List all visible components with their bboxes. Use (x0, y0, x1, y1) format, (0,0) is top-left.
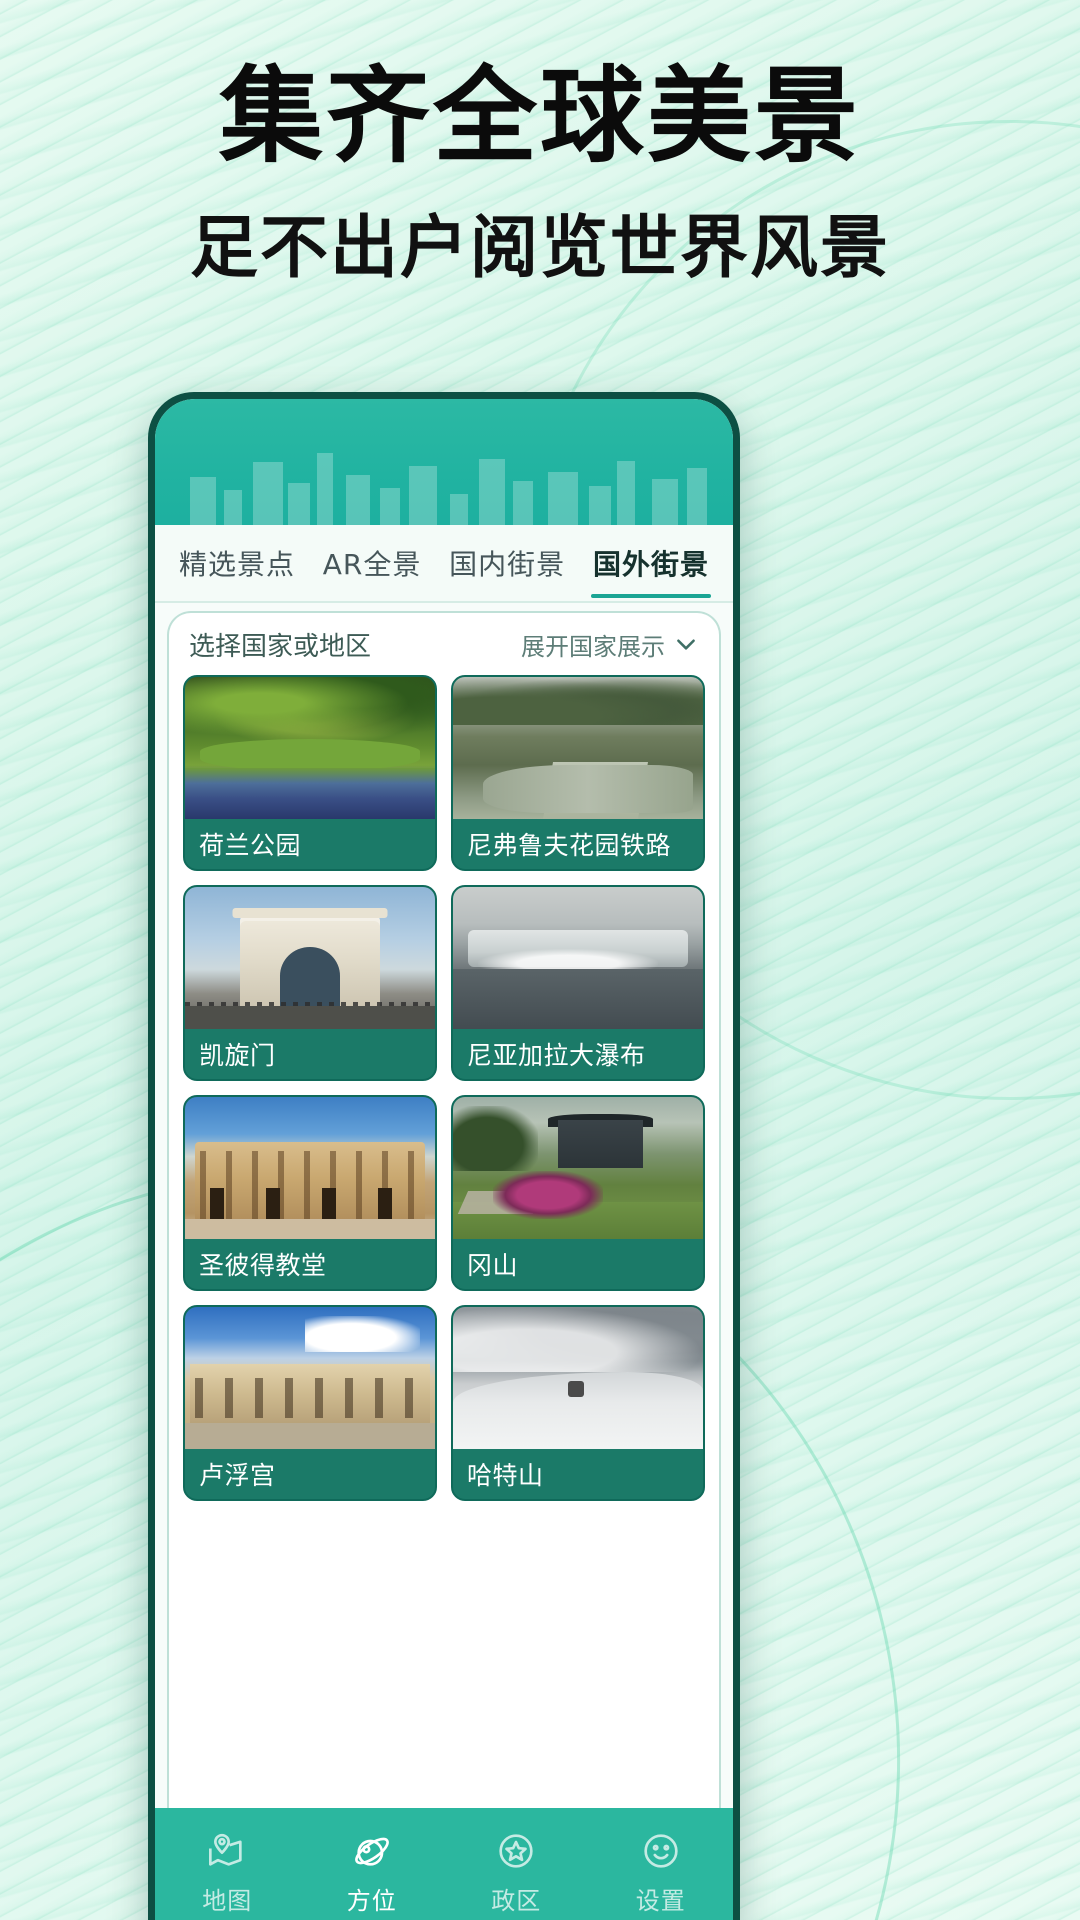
skyline-illustration (155, 433, 733, 525)
nav-item-label: 政区 (491, 1886, 542, 1915)
scenery-thumbnail (185, 677, 435, 819)
scenery-image (185, 1307, 435, 1449)
scenery-image (453, 887, 703, 1029)
skyline-tower (380, 488, 401, 525)
poster-text-block: 集齐全球美景 足不出户阅览世界风景 (0, 60, 1080, 287)
tab-label: AR全景 (322, 548, 422, 581)
skyline-tower (478, 458, 505, 525)
scenery-thumbnail (185, 1097, 435, 1239)
nav-item-政区[interactable]: 政区 (444, 1831, 589, 1916)
chevron-down-icon (673, 631, 699, 657)
skyline-tower (449, 493, 468, 525)
scenery-image (185, 887, 435, 1029)
scenery-card[interactable]: 尼弗鲁夫花园铁路 (451, 675, 705, 871)
scenery-card[interactable]: 卢浮宫 (183, 1305, 437, 1501)
scenery-image (453, 1097, 703, 1239)
skyline-tower (224, 490, 243, 525)
poster-subheadline: 足不出户阅览世界风景 (189, 209, 890, 289)
skyline-tower (686, 467, 707, 525)
tab-2[interactable]: AR全景 (321, 537, 424, 589)
tab-label: 精选景点 (179, 548, 296, 581)
scenery-card-label: 荷兰公园 (199, 831, 302, 860)
poster-headline: 集齐全球美景 (218, 55, 861, 177)
scenery-thumbnail (185, 1307, 435, 1449)
expand-country-label: 展开国家展示 (521, 632, 665, 661)
scenery-card-label: 冈山 (467, 1251, 519, 1280)
tab-3[interactable]: 国内街景 (447, 537, 567, 589)
app-header (155, 399, 733, 525)
scenery-image (453, 1307, 703, 1449)
map-pin-icon (207, 1831, 247, 1871)
skyline-tower (253, 462, 284, 525)
skyline-tower (652, 479, 679, 525)
scenery-card-grid: 荷兰公园 尼弗鲁夫花园铁路凯旋门 尼亚加拉大瀑布圣彼得教堂 冈山卢浮宫 哈特山 (183, 675, 705, 1501)
tab-label: 国内街景 (449, 548, 566, 581)
scenery-card-label: 尼弗鲁夫花园铁路 (467, 831, 672, 860)
phone-screen: 精选景点AR全景国内街景国外街景 选择国家或地区 展开国家展示 荷兰公园尼 (155, 399, 733, 1920)
skyline-tower (617, 460, 636, 525)
scenery-thumbnail (453, 887, 703, 1029)
content-area: 选择国家或地区 展开国家展示 荷兰公园 尼弗鲁夫花园铁路凯旋门 尼亚加拉大瀑布圣彼得… (155, 603, 733, 1808)
scenery-card-label: 尼亚加拉大瀑布 (467, 1041, 646, 1070)
scenery-image (185, 677, 435, 819)
nav-item-地图[interactable]: 地图 (155, 1831, 300, 1916)
phone-mockup: 精选景点AR全景国内街景国外街景 选择国家或地区 展开国家展示 荷兰公园尼 (148, 392, 740, 1920)
scenery-image (185, 1097, 435, 1239)
skyline-tower (513, 480, 534, 525)
skyline-tower (409, 466, 438, 525)
expand-country-button[interactable]: 展开国家展示 (521, 627, 699, 662)
nav-item-label: 设置 (635, 1886, 686, 1915)
scenery-thumbnail (453, 677, 703, 819)
bottom-navigation: 地图 方位 政区 设置 (155, 1808, 733, 1920)
nav-item-label: 方位 (346, 1886, 397, 1915)
category-tabbar: 精选景点 AR全景 国内街景 国外街景 (155, 525, 733, 603)
scenery-card[interactable]: 荷兰公园 (183, 675, 437, 871)
nav-item-label: 地图 (202, 1886, 253, 1915)
scenery-card[interactable]: 圣彼得教堂 (183, 1095, 437, 1291)
skyline-tower (588, 486, 611, 525)
scenery-card[interactable]: 哈特山 (451, 1305, 705, 1501)
panel-title: 选择国家或地区 (189, 631, 372, 662)
smiley-gear-icon (641, 1831, 681, 1871)
nav-item-设置[interactable]: 设置 (589, 1831, 734, 1916)
tab-1[interactable]: 精选景点 (177, 537, 297, 589)
scenery-card-label: 哈特山 (467, 1461, 544, 1490)
skyline-tower (548, 471, 579, 525)
skyline-tower (189, 477, 216, 525)
scenery-card-label: 圣彼得教堂 (199, 1251, 327, 1280)
scenery-thumbnail (453, 1307, 703, 1449)
skyline-tower (345, 475, 370, 525)
scenery-card[interactable]: 尼亚加拉大瀑布 (451, 885, 705, 1081)
tab-4[interactable]: 国外街景 (590, 537, 711, 598)
skyline-tower (316, 453, 333, 525)
scenery-thumbnail (185, 887, 435, 1029)
panel-header: 选择国家或地区 展开国家展示 (183, 613, 705, 675)
tab-label: 国外街景 (592, 548, 709, 581)
skyline-tower (287, 482, 310, 525)
star-circle-icon (496, 1831, 536, 1871)
scenery-thumbnail (453, 1097, 703, 1239)
planet-icon (352, 1831, 392, 1871)
scenery-card[interactable]: 凯旋门 (183, 885, 437, 1081)
scenery-card[interactable]: 冈山 (451, 1095, 705, 1291)
nav-item-方位[interactable]: 方位 (300, 1831, 445, 1916)
scenery-image (453, 677, 703, 819)
country-panel: 选择国家或地区 展开国家展示 荷兰公园 尼弗鲁夫花园铁路凯旋门 尼亚加拉大瀑布圣彼得… (167, 611, 721, 1808)
scenery-card-label: 凯旋门 (199, 1041, 276, 1070)
scenery-card-label: 卢浮宫 (199, 1461, 276, 1490)
